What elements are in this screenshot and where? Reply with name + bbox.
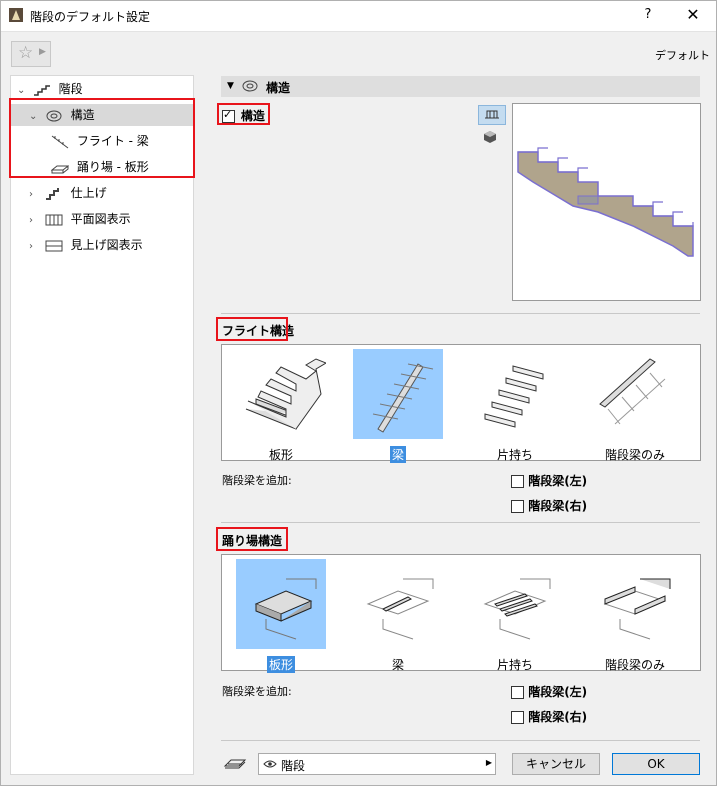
stair-icon — [33, 84, 50, 96]
chevron-right-icon: ▶ — [485, 758, 492, 767]
flight-option-slab[interactable]: 板形 — [236, 349, 328, 463]
landing-options-panel: 板形 梁 片持ち 階段梁のみ — [221, 554, 701, 673]
eye-icon — [263, 760, 277, 768]
tree-item-label: 平面図表示 — [70, 212, 131, 226]
plan-view-button[interactable] — [478, 105, 506, 125]
cancel-button[interactable]: キャンセル — [512, 753, 600, 775]
checkbox-box — [511, 500, 524, 513]
layer-select-value: 階段 — [281, 759, 306, 773]
layer-select[interactable]: 階段 ▶ — [258, 753, 496, 775]
default-label: デフォルト — [655, 49, 710, 62]
checkbox-box — [511, 711, 524, 724]
flight-stringer-right-checkbox[interactable]: 階段梁(右) — [511, 497, 587, 514]
highlight-box — [217, 103, 270, 125]
option-label: 片持ち — [496, 448, 533, 462]
flight-add-stringer-label: 階段梁を追加: — [222, 474, 292, 487]
highlight-box — [216, 317, 288, 341]
chevron-right-icon: › — [29, 215, 33, 226]
beam-landing-icon — [366, 578, 434, 640]
checkbox-label: 階段梁(右) — [528, 499, 588, 513]
checkbox-label: 階段梁(左) — [528, 474, 588, 488]
checkbox-box — [511, 475, 524, 488]
option-label: 梁 — [389, 446, 406, 463]
option-label: 片持ち — [496, 658, 533, 672]
close-button[interactable]: ✕ — [675, 4, 711, 26]
tree-item-ceiling-plan[interactable]: › 見上げ図表示 — [29, 234, 143, 256]
floor-plan-icon — [45, 214, 63, 225]
slab-stair-icon — [245, 358, 328, 430]
flight-option-stringer-only[interactable]: 階段梁のみ — [590, 349, 680, 463]
divider — [221, 740, 700, 741]
landing-option-cantilever[interactable]: 片持ち — [470, 559, 560, 673]
flight-stringer-left-checkbox[interactable]: 階段梁(左) — [511, 472, 587, 489]
landing-option-slab[interactable]: 板形 — [236, 559, 326, 673]
section-header[interactable]: ▼ 構造 — [221, 76, 700, 97]
cube-icon — [484, 131, 496, 143]
tree-item-finish[interactable]: › 仕上げ — [29, 182, 107, 204]
star-icon: ☆ — [18, 43, 34, 63]
tree-item-floor-plan[interactable]: › 平面図表示 — [29, 208, 131, 230]
structure-icon — [242, 80, 258, 92]
tree-item-label: 階段 — [58, 82, 83, 96]
plan-view-icon — [485, 110, 499, 119]
flight-option-cantilever[interactable]: 片持ち — [470, 349, 560, 463]
app-icon — [9, 8, 23, 22]
checkbox-box — [511, 686, 524, 699]
3d-view-button[interactable] — [483, 130, 497, 144]
chevron-right-icon: › — [29, 241, 33, 252]
highlight-box — [9, 98, 195, 178]
collapse-arrow-icon: ▼ — [227, 81, 234, 91]
stringer-only-landing-icon — [603, 578, 671, 640]
option-label: 梁 — [391, 658, 404, 672]
tree-item-label: 仕上げ — [70, 186, 107, 200]
landing-option-stringer-only[interactable]: 階段梁のみ — [590, 559, 680, 673]
flight-options-panel: 板形 梁 片持ち 階段梁のみ — [221, 344, 701, 463]
option-label: 階段梁のみ — [604, 658, 665, 672]
divider — [221, 313, 700, 314]
layers-icon — [223, 759, 247, 769]
section-title: 構造 — [266, 81, 291, 95]
landing-stringer-right-checkbox[interactable]: 階段梁(右) — [511, 708, 587, 725]
divider — [221, 522, 700, 523]
landing-add-stringer-label: 階段梁を追加: — [222, 685, 292, 698]
option-label: 板形 — [266, 656, 295, 673]
beam-stair-icon — [353, 349, 443, 439]
tree-panel: ⌄ 階段 ⌄ 構造 フライト - 梁 踊り場 - 板形 › 仕上げ › 平面図表… — [10, 75, 194, 775]
checkbox-label: 階段梁(左) — [528, 685, 588, 699]
highlight-box — [216, 527, 288, 551]
flight-option-beam[interactable]: 梁 — [353, 349, 443, 463]
favorites-button[interactable]: ☆ ▶ — [11, 41, 51, 67]
slab-landing-icon — [236, 559, 326, 649]
checkbox-label: 階段梁(右) — [528, 710, 588, 724]
option-label: 板形 — [268, 448, 293, 462]
stringer-only-stair-icon — [599, 358, 666, 425]
landing-option-beam[interactable]: 梁 — [353, 559, 443, 673]
stair-section-image — [517, 147, 694, 257]
window-title: 階段のデフォルト設定 — [30, 10, 151, 24]
option-label: 階段梁のみ — [604, 448, 665, 462]
tree-item-label: 見上げ図表示 — [70, 238, 143, 252]
stair-preview — [512, 103, 701, 301]
tree-item-stair[interactable]: ⌄ 階段 — [17, 78, 83, 100]
chevron-right-icon: ▶ — [39, 47, 46, 57]
chevron-right-icon: › — [29, 189, 33, 200]
help-button[interactable]: ? — [633, 4, 663, 26]
landing-stringer-left-checkbox[interactable]: 階段梁(左) — [511, 683, 587, 700]
cantilever-landing-icon — [483, 578, 551, 640]
ok-button[interactable]: OK — [612, 753, 700, 775]
cantilever-stair-icon — [484, 365, 544, 428]
finish-icon — [45, 187, 59, 200]
ceiling-plan-icon — [45, 240, 63, 251]
